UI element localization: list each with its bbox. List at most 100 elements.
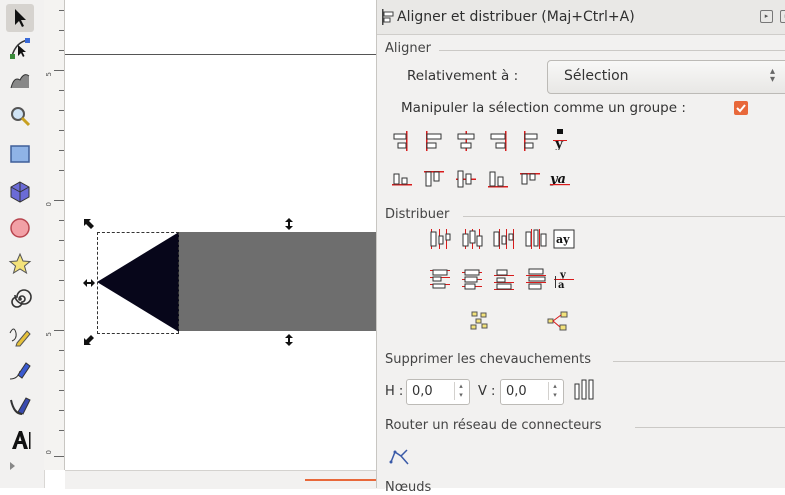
align-left-edges-button[interactable] xyxy=(423,130,445,152)
tweak-tool[interactable] xyxy=(6,66,34,94)
align-center-x-icon xyxy=(457,131,475,151)
dock-menu-button[interactable]: ▸ xyxy=(760,10,773,23)
align-top-to-bottom-edge-button[interactable] xyxy=(391,168,413,190)
toolbox xyxy=(0,0,45,488)
spinner-arrows-icon: ▴ ▾ xyxy=(770,66,776,85)
remove-overlaps-button[interactable] xyxy=(573,378,595,400)
distribute-center-h-icon xyxy=(462,229,483,249)
gray-rectangle[interactable] xyxy=(178,232,385,331)
align-top-edges-button[interactable] xyxy=(423,168,445,190)
distribute-bottom-edges-button[interactable] xyxy=(493,268,515,290)
unclump-icon xyxy=(547,311,568,331)
star-tool[interactable] xyxy=(6,250,34,278)
spin-arrows-icon[interactable]: ▴ ▾ xyxy=(454,382,467,400)
text-tool[interactable] xyxy=(6,426,34,454)
center-horizontal-axis-button[interactable] xyxy=(455,168,477,190)
distribute-right-icon xyxy=(493,229,514,249)
vertical-ruler[interactable]: 5 0 5 0 xyxy=(44,0,65,470)
align-right-edges-button[interactable] xyxy=(487,130,509,152)
scale-handle-n[interactable] xyxy=(283,218,295,230)
relative-to-select[interactable]: Sélection ▴ ▾ xyxy=(547,60,785,94)
align-text-anchors-button[interactable]: y xyxy=(549,128,571,152)
distribute-text-anchors-v-button[interactable]: ya xyxy=(553,268,575,291)
scale-handle-sw[interactable] xyxy=(83,334,95,346)
text-distribute-v-icon: ya xyxy=(554,270,574,291)
align-center-y-icon xyxy=(456,170,476,188)
align-right-to-left-icon xyxy=(393,131,408,151)
toolbox-expand-icon[interactable] xyxy=(10,462,15,470)
close-panel-button[interactable]: ▸ xyxy=(780,10,785,23)
distribute-left-icon xyxy=(430,229,451,249)
distribute-gaps-h-button[interactable] xyxy=(525,228,547,250)
distribute-section-title: Distribuer xyxy=(385,207,450,222)
center-vertical-axis-button[interactable] xyxy=(455,130,477,152)
scale-handle-w[interactable] xyxy=(83,277,95,289)
align-bottom-icon xyxy=(488,171,508,188)
text-distribute-h-icon: ay xyxy=(553,229,575,249)
v-gap-value: 0,0 xyxy=(506,384,527,399)
pencil-tool[interactable] xyxy=(6,321,34,349)
align-top-icon xyxy=(424,171,444,187)
randomize-icon xyxy=(470,311,488,330)
randomize-positions-button[interactable] xyxy=(469,310,491,332)
pencil-icon xyxy=(9,328,31,347)
arrange-connectors-button[interactable] xyxy=(389,446,411,468)
horizontal-scrollbar[interactable] xyxy=(65,470,385,489)
align-bottom-to-top-edge-button[interactable] xyxy=(519,168,541,190)
align-bottom-edges-button[interactable] xyxy=(487,168,509,190)
distribute-gaps-v-icon xyxy=(526,268,546,290)
distribute-centers-h-button[interactable] xyxy=(461,228,483,250)
group-selection-checkbox[interactable] xyxy=(734,101,748,115)
arrow-icon xyxy=(15,9,26,27)
align-right-icon xyxy=(490,131,507,151)
dialog-title: Aligner et distribuer (Maj+Ctrl+A) xyxy=(397,9,635,25)
ruler-label: 5 xyxy=(45,332,53,337)
h-gap-value: 0,0 xyxy=(412,384,433,399)
dialog-titlebar[interactable]: Aligner et distribuer (Maj+Ctrl+A) ▸ ▸ xyxy=(377,0,785,35)
h-gap-spinbox[interactable]: 0,0 ▴ ▾ xyxy=(406,379,470,405)
zoom-tool[interactable] xyxy=(6,102,34,130)
rect-tool[interactable] xyxy=(6,140,34,168)
distribute-gaps-v-button[interactable] xyxy=(525,268,547,290)
distribute-top-edges-button[interactable] xyxy=(429,268,451,290)
selection-bbox xyxy=(97,232,179,334)
connectors-section-title: Router un réseau de connecteurs xyxy=(385,418,602,433)
calligraphy-tool[interactable] xyxy=(6,392,34,420)
align-top-to-bottom-icon xyxy=(392,173,412,186)
align-left-to-right-edge-button[interactable] xyxy=(519,130,541,152)
circle-icon xyxy=(10,218,30,238)
calligraphy-icon xyxy=(10,397,31,415)
ruler-label: 5 xyxy=(45,72,53,77)
h-gap-label: H : xyxy=(385,384,404,399)
distribute-right-edges-button[interactable] xyxy=(493,228,515,250)
align-dialog-icon xyxy=(382,9,394,25)
unclump-objects-button[interactable] xyxy=(547,310,569,332)
align-baselines-button[interactable]: ya xyxy=(549,168,571,190)
checkmark-icon xyxy=(736,104,746,113)
page-border xyxy=(65,54,385,55)
spin-arrows-icon[interactable]: ▴ ▾ xyxy=(548,382,561,400)
scale-handle-nw[interactable] xyxy=(83,218,95,230)
node-tool[interactable] xyxy=(6,34,34,62)
scale-handle-s[interactable] xyxy=(283,334,295,346)
v-gap-spinbox[interactable]: 0,0 ▴ ▾ xyxy=(500,379,564,405)
cube-icon xyxy=(10,181,30,203)
distribute-top-icon xyxy=(430,269,450,289)
ellipse-tool[interactable] xyxy=(6,214,34,242)
align-right-to-left-edge-button[interactable] xyxy=(391,130,413,152)
node-edit-icon xyxy=(10,38,30,59)
pen-tool[interactable] xyxy=(6,357,34,385)
distribute-text-anchors-h-button[interactable]: ay xyxy=(553,228,575,250)
3dbox-tool[interactable] xyxy=(6,178,34,206)
selector-tool[interactable] xyxy=(6,4,34,32)
distribute-left-edges-button[interactable] xyxy=(429,228,451,250)
svg-text:ay: ay xyxy=(556,233,570,246)
distribute-centers-v-button[interactable] xyxy=(461,268,483,290)
relative-to-value: Sélection xyxy=(564,68,629,84)
remove-overlaps-icon xyxy=(574,379,594,400)
spiral-tool[interactable] xyxy=(6,285,34,313)
tweak-icon xyxy=(10,74,30,89)
drawing-canvas[interactable] xyxy=(65,0,385,470)
distribute-bottom-icon xyxy=(494,269,514,290)
align-section-title: Aligner xyxy=(385,41,431,56)
